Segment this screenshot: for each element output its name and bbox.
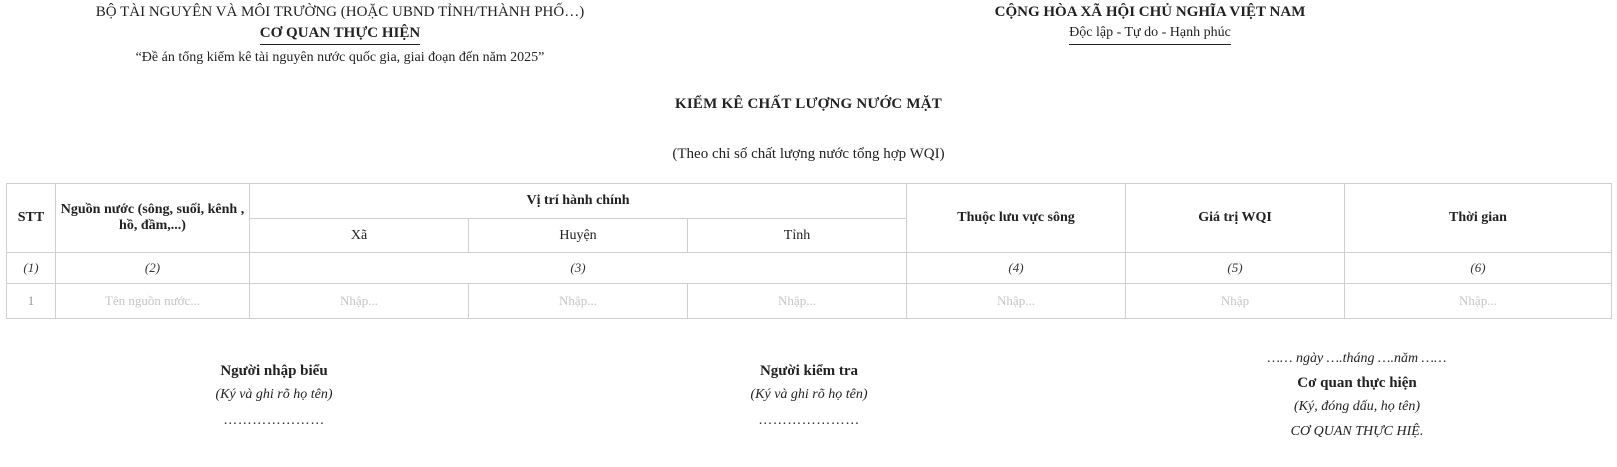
agency-signer-name: CƠ QUAN THỰC HIỆ. — [1290, 424, 1424, 439]
header-right: CỘNG HÒA XÃ HỘI CHỦ NGHĨA VIỆT NAM Độc l… — [900, 2, 1400, 45]
agency-signature: …… ngày ….tháng ….năm …… Cơ quan thực hi… — [1177, 347, 1537, 445]
time-input[interactable]: Nhập... — [1344, 283, 1613, 319]
inventory-table: STT Nguồn nước (sông, suối, kênh , hồ, đ… — [6, 183, 1613, 319]
header-water-source: Nguồn nước (sông, suối, kênh , hồ, đầm,.… — [55, 183, 250, 253]
document-subtitle: (Theo chỉ số chất lượng nước tổng hợp WQ… — [672, 146, 945, 162]
district-input[interactable]: Nhập... — [468, 283, 688, 319]
header-province: Tỉnh — [686, 218, 908, 253]
table-header-row: STT Nguồn nước (sông, suối, kênh , hồ, đ… — [6, 183, 1613, 253]
checker-signature: Người kiểm tra (Ký và ghi rõ họ tên) ………… — [629, 359, 989, 435]
column-number: (3) — [248, 252, 908, 284]
header-left: BỘ TÀI NGUYÊN VÀ MÔI TRƯỜNG (HOẶC UBND T… — [40, 2, 640, 69]
column-number: (2) — [55, 252, 250, 284]
column-number: (5) — [1125, 252, 1346, 284]
signature-date: …… ngày ….tháng ….năm …… — [1267, 351, 1447, 366]
header-commune: Xã — [249, 218, 469, 253]
agency-name: CƠ QUAN THỰC HIỆN — [259, 22, 421, 45]
preparer-dots: ………………… — [223, 413, 325, 428]
column-number: (4) — [906, 252, 1127, 284]
river-basin-input[interactable]: Nhập... — [906, 283, 1127, 319]
column-number-row: (1) (2) (3) (4) (5) (6) — [6, 252, 1613, 284]
preparer-signature: Người nhập biểu (Ký và ghi rõ họ tên) ……… — [94, 359, 454, 435]
preparer-hint: (Ký và ghi rõ họ tên) — [215, 387, 333, 402]
national-motto: Độc lập - Tự do - Hạnh phúc — [1069, 22, 1231, 45]
checker-hint: (Ký và ghi rõ họ tên) — [750, 387, 868, 402]
agency-role: Cơ quan thực hiện — [1297, 375, 1417, 391]
column-number: (1) — [6, 252, 56, 284]
water-source-input[interactable]: Tên nguồn nước... — [55, 283, 250, 319]
header-river-basin: Thuộc lưu vực sông — [906, 183, 1127, 253]
ministry-name: BỘ TÀI NGUYÊN VÀ MÔI TRƯỜNG (HOẶC UBND T… — [95, 4, 585, 20]
province-input[interactable]: Nhập... — [686, 283, 908, 319]
wqi-value-input[interactable]: Nhập — [1125, 283, 1346, 319]
header-time: Thời gian — [1344, 183, 1613, 253]
header-stt: STT — [6, 183, 56, 253]
document-title: KIỂM KÊ CHẤT LƯỢNG NƯỚC MẶT — [675, 96, 942, 112]
header-wqi-value: Giá trị WQI — [1125, 183, 1346, 253]
agency-hint: (Ký, đóng dấu, họ tên) — [1294, 399, 1420, 414]
checker-dots: ………………… — [758, 413, 860, 428]
header-district: Huyện — [468, 218, 688, 253]
table-row: 1 Tên nguồn nước... Nhập... Nhập... Nhập… — [6, 283, 1613, 319]
preparer-role: Người nhập biểu — [220, 363, 328, 379]
nation-name: CỘNG HÒA XÃ HỘI CHỦ NGHĨA VIỆT NAM — [994, 4, 1306, 20]
row-stt: 1 — [6, 283, 56, 319]
column-number: (6) — [1344, 252, 1613, 284]
project-name: “Đề án tổng kiểm kê tài nguyên nước quốc… — [135, 50, 545, 65]
header-admin-location: Vị trí hành chính — [248, 183, 908, 219]
commune-input[interactable]: Nhập... — [249, 283, 469, 319]
checker-role: Người kiểm tra — [759, 363, 859, 379]
